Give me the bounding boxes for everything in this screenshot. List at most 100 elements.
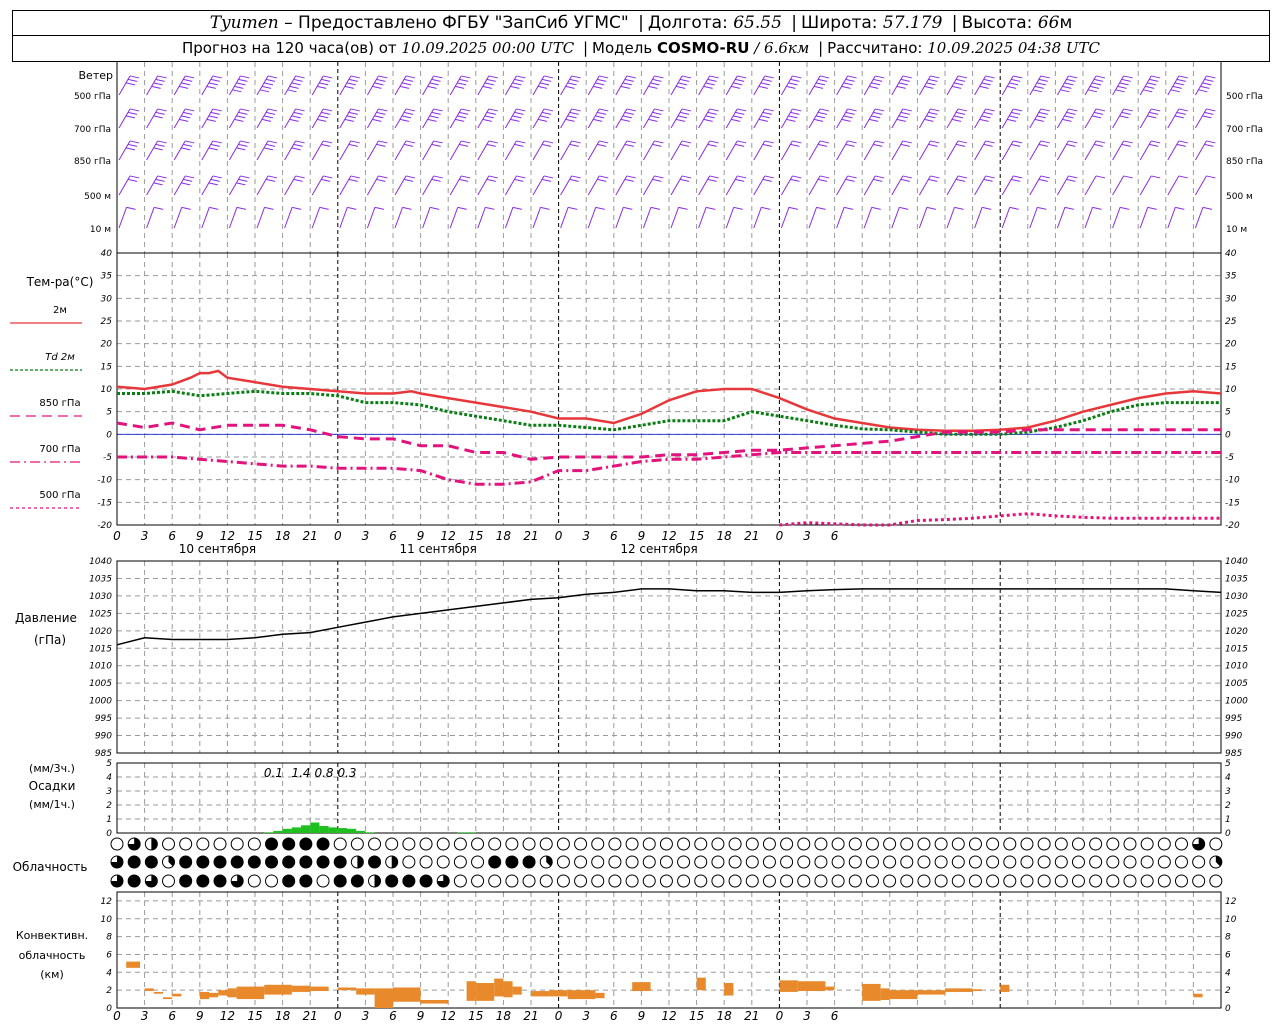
cloud-symbol-ring (642, 855, 656, 869)
wind-barb-staff (974, 108, 987, 129)
wind-barb-staff (863, 140, 876, 161)
temp-legend-label: 850 гПа (39, 398, 80, 409)
wind-barb-feather (267, 175, 278, 179)
cloud-symbol (797, 874, 811, 888)
cloud-symbol-ring (1123, 874, 1137, 888)
wind-barb (1056, 75, 1078, 96)
wind-barb-feather (292, 206, 302, 210)
wind-barb-staff (449, 108, 462, 129)
wind-barb-feather (125, 115, 136, 119)
pressure-ytick-right: 1010 (1225, 662, 1248, 672)
wind-barb-feather (709, 75, 719, 79)
precip-ytick: 3 (106, 787, 112, 797)
cloud-symbol (1174, 837, 1188, 851)
wind-level-label-right: 700 гПа (1226, 125, 1263, 135)
cloud-symbol-ring (642, 874, 656, 888)
wind-barb (698, 206, 716, 229)
wind-barb-feather (459, 111, 469, 115)
wind-barb-feather (512, 206, 523, 210)
wind-barb-feather (293, 78, 303, 82)
cloud-symbol (574, 874, 588, 888)
temp-ytick: 20 (101, 340, 113, 350)
wind-barb-feather (1206, 175, 1216, 179)
wind-barb-feather (376, 143, 386, 147)
wind-barb-feather (571, 75, 581, 79)
wind-barb-feather (433, 75, 443, 79)
wind-barb-staff (698, 75, 711, 96)
cloud-symbol (608, 874, 622, 888)
precip-bar (319, 826, 329, 833)
wind-barb-feather (1066, 143, 1076, 147)
wind-barb-staff (1167, 140, 1180, 161)
wind-barb-feather (1032, 89, 1042, 93)
wind-barb-feather (569, 111, 579, 115)
conv-hour-tick-label: 18 (496, 1009, 512, 1023)
wind-barb-feather (430, 206, 440, 210)
cloud-symbol (265, 837, 279, 851)
wind-barb-staff (118, 108, 131, 129)
cloud-symbol-ring (402, 855, 416, 869)
wind-barb-staff (284, 207, 293, 229)
wind-barb-feather (488, 75, 498, 79)
cloud-symbol (213, 837, 227, 851)
cloud-symbol (711, 855, 725, 869)
wind-barb-feather (157, 175, 167, 179)
wind-barb-feather (593, 118, 603, 122)
temp-ytick-right: 5 (1225, 408, 1231, 418)
wind-barb-feather (1040, 75, 1050, 79)
wind-barb-staff (1194, 108, 1207, 129)
wind-barb (836, 108, 857, 129)
wind-barb-feather (817, 111, 828, 115)
wind-barb-feather (1170, 89, 1180, 93)
conv-bar (337, 987, 357, 991)
wind-barb-feather (512, 82, 522, 86)
wind-barb-feather (847, 108, 857, 112)
cloud-symbol (883, 837, 897, 851)
wind-barb (118, 206, 136, 229)
precip-bar (356, 830, 366, 833)
wind-barb-feather (792, 140, 802, 144)
wind-barb-feather (157, 140, 167, 144)
pressure-ytick-right: 990 (1225, 732, 1242, 742)
date-label: 12 сентября (620, 542, 697, 556)
conv-ytick-right: 4 (1225, 968, 1231, 978)
cloud-symbol (831, 874, 845, 888)
wind-barb-feather (212, 140, 222, 144)
wind-barb (422, 206, 440, 229)
wind-barb (725, 175, 747, 196)
wind-barb-feather (514, 78, 524, 82)
wind-barb (532, 175, 554, 196)
wind-barb-feather (624, 78, 634, 82)
wind-barb (339, 108, 360, 129)
wind-barb-feather (675, 118, 686, 122)
wind-barb-feather (707, 178, 717, 182)
cloud-symbol (505, 855, 519, 869)
conv-hour-tick-label: 3 (803, 1009, 811, 1023)
pressure-ytick: 1030 (89, 592, 112, 602)
cloud-symbol (917, 874, 931, 888)
wind-barb (228, 175, 250, 196)
wind-barb-feather (461, 175, 471, 179)
wind-barb-staff (1194, 140, 1207, 161)
wind-barb (891, 206, 909, 229)
cloud-symbol-ring (1054, 855, 1068, 869)
precip-bar (466, 832, 476, 833)
precip-3h-label: 1.4 (291, 766, 310, 780)
wind-barb-feather (127, 143, 138, 147)
wind-barb-feather (815, 82, 826, 86)
cloud-symbol-ring (780, 855, 794, 869)
wind-barb-staff (504, 140, 517, 161)
cloud-symbol-ring (608, 837, 622, 851)
wind-barb-feather (843, 82, 853, 86)
wind-barb (918, 108, 940, 129)
wind-barb-staff (587, 207, 597, 229)
cloud-symbol (659, 837, 673, 851)
wind-barb (615, 108, 636, 129)
wind-barb-feather (516, 108, 526, 112)
temp-ytick-right: -10 (1225, 476, 1240, 486)
wind-barb-feather (902, 108, 912, 112)
wind-barb (1167, 175, 1188, 196)
wind-barb-feather (900, 111, 910, 115)
cloud-symbol-ring (1037, 874, 1051, 888)
cloud-symbol (608, 837, 622, 851)
